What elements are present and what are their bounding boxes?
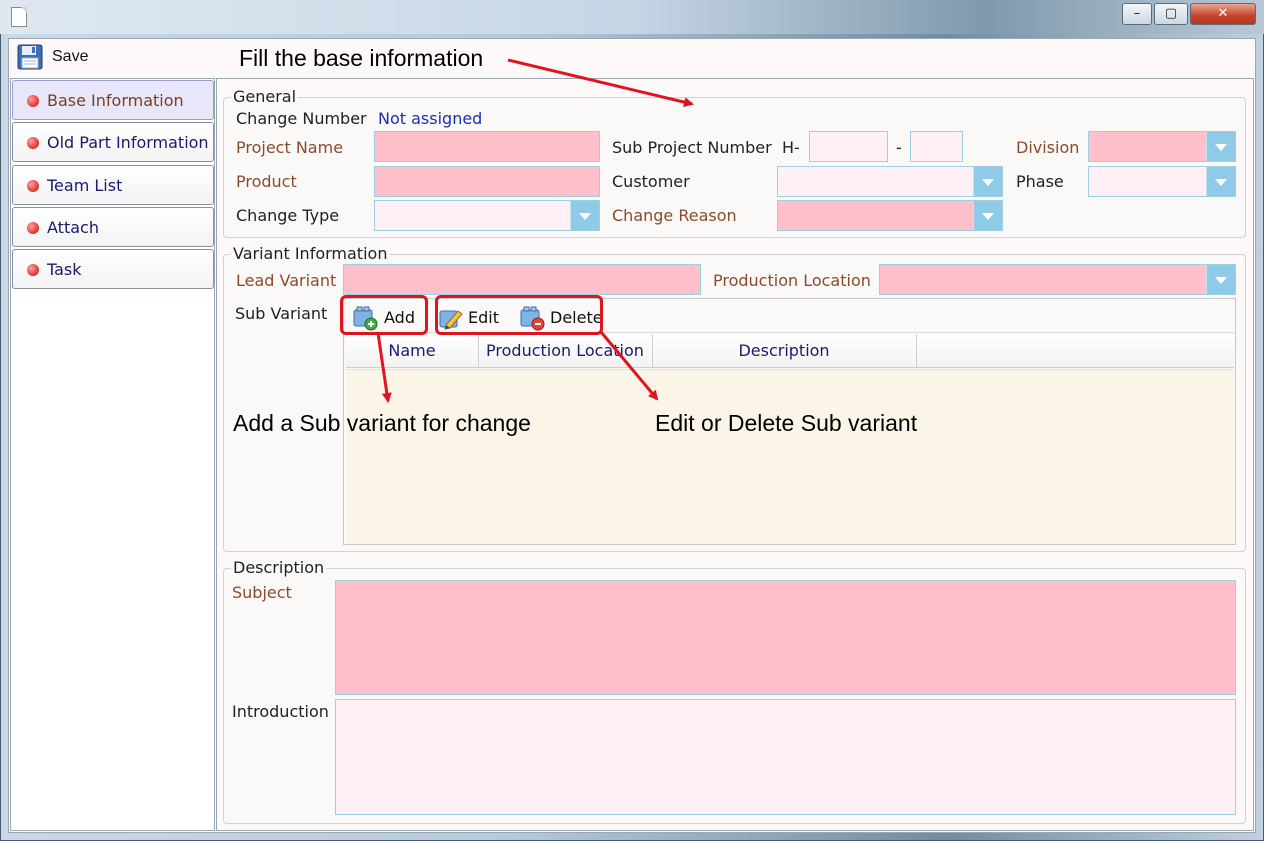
arrow-fill-base — [507, 58, 694, 108]
annotation-arrows — [376, 58, 694, 403]
arrow-edit-delete — [599, 331, 659, 401]
arrow-add-sub — [376, 332, 392, 403]
